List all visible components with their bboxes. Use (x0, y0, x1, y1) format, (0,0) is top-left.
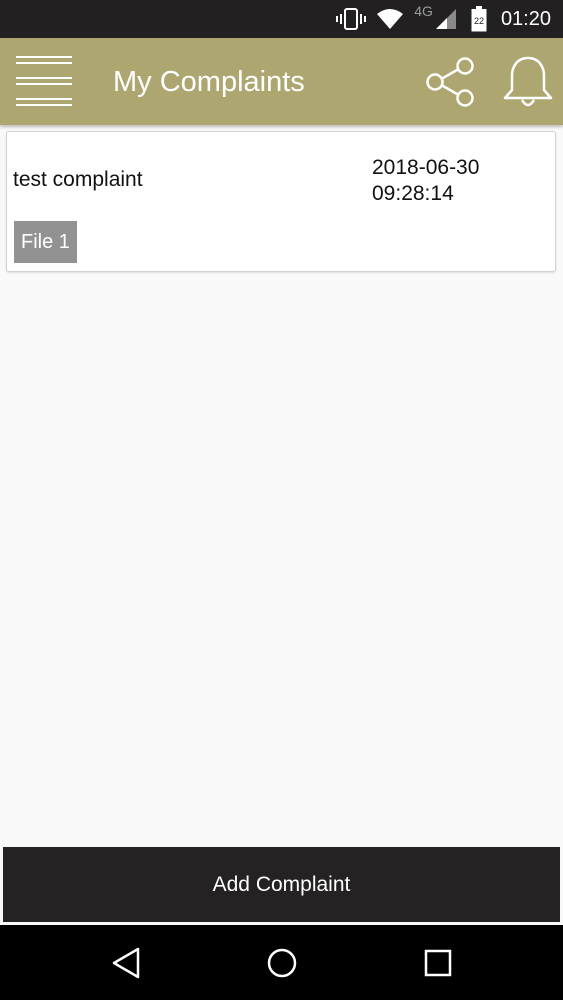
complaint-title: test complaint (13, 168, 143, 191)
battery-level: 22 (474, 16, 484, 26)
file-attachment-button[interactable]: File 1 (14, 221, 77, 263)
vibrate-icon (336, 8, 367, 30)
complaint-card[interactable]: test complaint 2018-06-30 09:28:14 File … (6, 131, 556, 272)
add-complaint-button[interactable]: Add Complaint (3, 847, 560, 922)
network-type-label: 4G (414, 3, 433, 19)
status-icons: 4G 22 01:20 (326, 0, 551, 38)
back-icon[interactable] (108, 945, 144, 981)
status-bar: 4G 22 01:20 (0, 0, 563, 38)
app-bar: My Complaints (0, 38, 563, 125)
recents-icon[interactable] (420, 945, 456, 981)
wifi-icon (377, 9, 404, 29)
battery-icon: 22 (471, 6, 487, 32)
complaint-date: 2018-06-30 (372, 156, 480, 179)
complaint-time: 09:28:14 (372, 182, 454, 205)
menu-icon[interactable] (16, 54, 72, 108)
home-icon[interactable] (264, 945, 300, 981)
complaint-timestamp: 2018-06-30 09:28:14 (372, 155, 479, 207)
navigation-bar (0, 925, 563, 1000)
status-time: 01:20 (500, 7, 551, 30)
share-icon[interactable] (424, 56, 476, 108)
bell-icon[interactable] (500, 54, 556, 110)
cell-signal-icon (435, 9, 456, 29)
page-title: My Complaints (113, 66, 305, 98)
